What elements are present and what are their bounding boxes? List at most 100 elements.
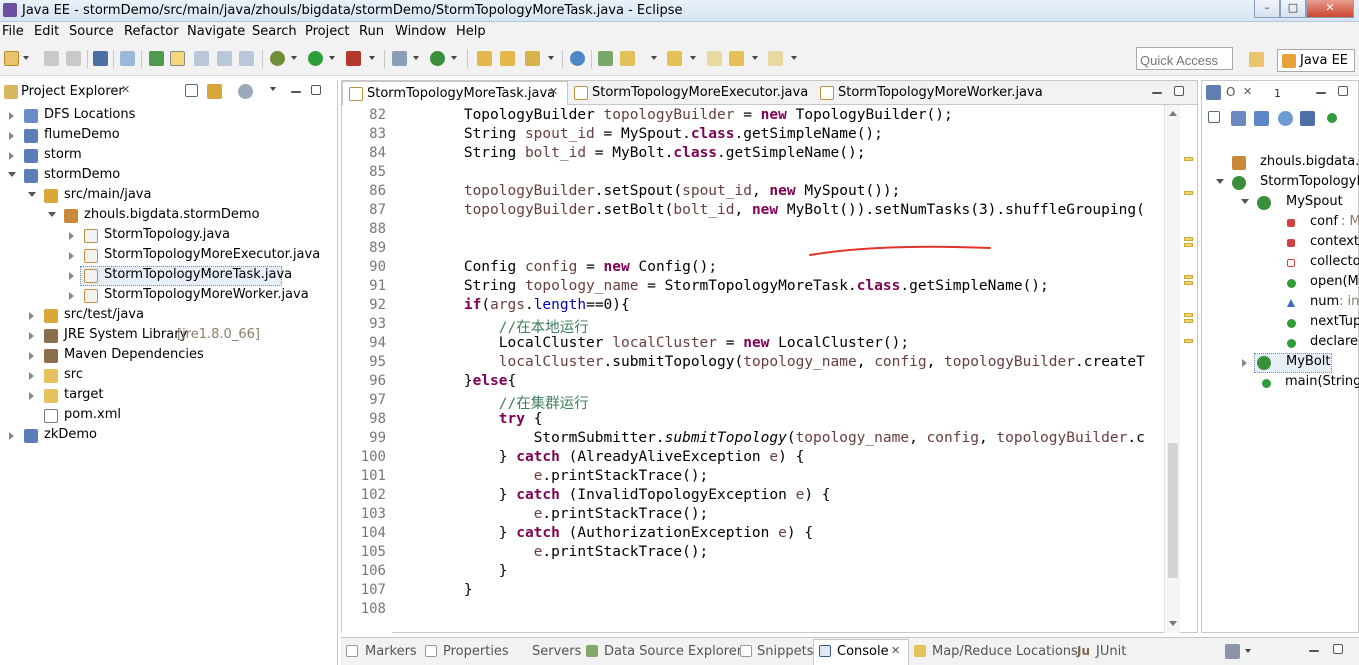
menu-refactor[interactable]: Refactor	[124, 24, 179, 39]
public-members-icon[interactable]	[1327, 113, 1337, 123]
back-icon[interactable]	[707, 51, 722, 66]
expand-icon[interactable]	[69, 292, 74, 300]
expand-icon[interactable]	[69, 252, 74, 260]
menu-project[interactable]: Project	[305, 24, 349, 39]
forward-arrow-icon[interactable]	[768, 51, 783, 66]
outline-class-mybolt[interactable]: MyBolt	[1202, 353, 1358, 373]
tree-item-stormtopologymoreworker-java[interactable]: StormTopologyMoreWorker.java	[0, 286, 338, 306]
new-java-class-icon[interactable]	[430, 51, 445, 66]
code-line[interactable]: }	[394, 582, 473, 598]
hide-fields-icon[interactable]	[1254, 111, 1269, 126]
maximize-view-icon[interactable]	[311, 85, 321, 95]
view-dropdown-icon[interactable]	[270, 87, 276, 91]
scroll-down-arrow-icon[interactable]	[1169, 621, 1177, 626]
vertical-scrollbar[interactable]	[1164, 105, 1180, 633]
back-dropdown-icon[interactable]	[752, 56, 758, 60]
search-dropdown-icon[interactable]	[548, 56, 554, 60]
show-whitespace-icon[interactable]	[239, 51, 254, 66]
close-icon[interactable]: ✕	[121, 83, 130, 96]
new-icon[interactable]	[4, 51, 19, 66]
expand-icon[interactable]	[69, 272, 74, 280]
next-annotation-icon[interactable]	[598, 51, 613, 66]
outline-method-open[interactable]: open(M	[1202, 273, 1359, 293]
occurrence-marker[interactable]	[1184, 237, 1193, 241]
open-type-icon[interactable]	[149, 51, 164, 66]
tree-item-dfs-locations[interactable]: DFS Locations	[0, 106, 338, 126]
more-tabs-count[interactable]: 1	[1274, 87, 1281, 100]
code-line[interactable]: try {	[394, 411, 543, 427]
maximize-view-icon[interactable]	[1333, 644, 1343, 654]
tab-junit[interactable]: JUnit	[1096, 644, 1126, 659]
open-perspective-icon[interactable]	[1249, 52, 1264, 67]
outline-field-conf[interactable]: conf : M	[1202, 213, 1359, 233]
menu-window[interactable]: Window	[395, 24, 446, 39]
forward-dropdown-icon[interactable]	[791, 56, 797, 60]
occurrence-marker[interactable]	[1184, 275, 1193, 279]
close-icon[interactable]: ✕	[1243, 85, 1252, 98]
outline-class-myspout[interactable]: MySpout	[1202, 193, 1358, 213]
scroll-up-arrow-icon[interactable]	[1169, 111, 1177, 116]
code-line[interactable]: TopologyBuilder topologyBuilder = new To…	[394, 107, 953, 123]
code-line[interactable]: String topology_name = StormTopologyMore…	[394, 278, 1049, 294]
tab-stormtopologymoreexecutor[interactable]: StormTopologyMoreExecutor.java	[568, 81, 814, 105]
view-dropdown-icon[interactable]	[1245, 649, 1251, 653]
maximize-editor-icon[interactable]	[1174, 86, 1184, 96]
outline-view-icon[interactable]	[1206, 85, 1221, 100]
tab-stormtopologymoreworker[interactable]: StormTopologyMoreWorker.java	[814, 81, 1054, 105]
new-dropdown-icon[interactable]	[23, 56, 29, 60]
tab-stormtopologymoretask[interactable]: StormTopologyMoreTask.java ✕	[342, 81, 568, 105]
tree-item-src-main-java[interactable]: src/main/java	[0, 186, 338, 206]
outline-field-collector[interactable]: collecto	[1202, 253, 1359, 273]
code-line[interactable]: }else{	[394, 373, 516, 389]
debug-icon[interactable]	[270, 51, 285, 66]
code-line[interactable]: e.printStackTrace();	[394, 468, 709, 484]
collapse-icon[interactable]	[48, 212, 56, 217]
open-file-icon[interactable]	[500, 51, 515, 66]
minimize-editor-icon[interactable]	[1152, 92, 1162, 94]
occurrence-marker[interactable]	[1184, 243, 1193, 247]
tab-snippets[interactable]: Snippets	[757, 644, 813, 659]
tree-item-src-test-java[interactable]: src/test/java	[0, 306, 338, 326]
menu-file[interactable]: File	[2, 24, 24, 39]
tree-item-maven-dependencies[interactable]: Maven Dependencies	[0, 346, 338, 366]
outline-package[interactable]: zhouls.bigdata.s	[1202, 153, 1359, 173]
new-server-icon[interactable]	[392, 51, 407, 66]
view-menu-icon[interactable]	[1225, 644, 1240, 659]
run-icon[interactable]	[308, 51, 323, 66]
expand-icon[interactable]	[1242, 359, 1247, 367]
expand-icon[interactable]	[9, 152, 14, 160]
tree-item-pom-xml[interactable]: pom.xml	[0, 406, 338, 426]
expand-icon[interactable]	[29, 372, 34, 380]
outline-field-num[interactable]: num : in	[1202, 293, 1359, 313]
collapse-icon[interactable]	[8, 172, 16, 177]
maximize-button[interactable]: □	[1280, 0, 1306, 18]
tree-item-jre-system-library[interactable]: JRE System Library [jre1.8.0_66]	[0, 326, 338, 346]
tree-item-stormtopology-java[interactable]: StormTopology.java	[0, 226, 338, 246]
expand-icon[interactable]	[29, 392, 34, 400]
previous-edit-icon[interactable]	[620, 51, 635, 66]
hide-non-public-icon[interactable]	[1300, 111, 1315, 126]
tree-item-src[interactable]: src	[0, 366, 338, 386]
terminal-icon[interactable]	[93, 51, 108, 66]
collapse-icon[interactable]	[1216, 179, 1224, 184]
code-line[interactable]: //在集群运行	[394, 392, 589, 413]
tab-console[interactable]: Console	[837, 644, 889, 659]
outline-field-context[interactable]: context	[1202, 233, 1359, 253]
maximize-view-icon[interactable]	[1338, 86, 1348, 96]
collapse-all-icon[interactable]	[185, 84, 198, 97]
tab-data-source-explorer[interactable]: Data Source Explorer	[604, 644, 742, 659]
menu-search[interactable]: Search	[252, 24, 297, 39]
expand-icon[interactable]	[9, 112, 14, 120]
expand-icon[interactable]	[9, 432, 14, 440]
code-line[interactable]: if(args.length==0){	[394, 297, 630, 313]
code-line[interactable]: } catch (AlreadyAliveException e) {	[394, 449, 805, 465]
code-line[interactable]: Config config = new Config();	[394, 259, 717, 275]
code-line[interactable]: e.printStackTrace();	[394, 544, 709, 560]
link-with-editor-icon[interactable]	[207, 84, 222, 99]
occurrence-marker[interactable]	[1184, 191, 1193, 195]
hide-static-icon[interactable]	[1278, 111, 1293, 126]
menu-run[interactable]: Run	[359, 24, 384, 39]
search-icon[interactable]	[525, 51, 540, 66]
outline-method-nexttuple[interactable]: nextTup	[1202, 313, 1359, 333]
occurrence-marker[interactable]	[1184, 157, 1193, 161]
